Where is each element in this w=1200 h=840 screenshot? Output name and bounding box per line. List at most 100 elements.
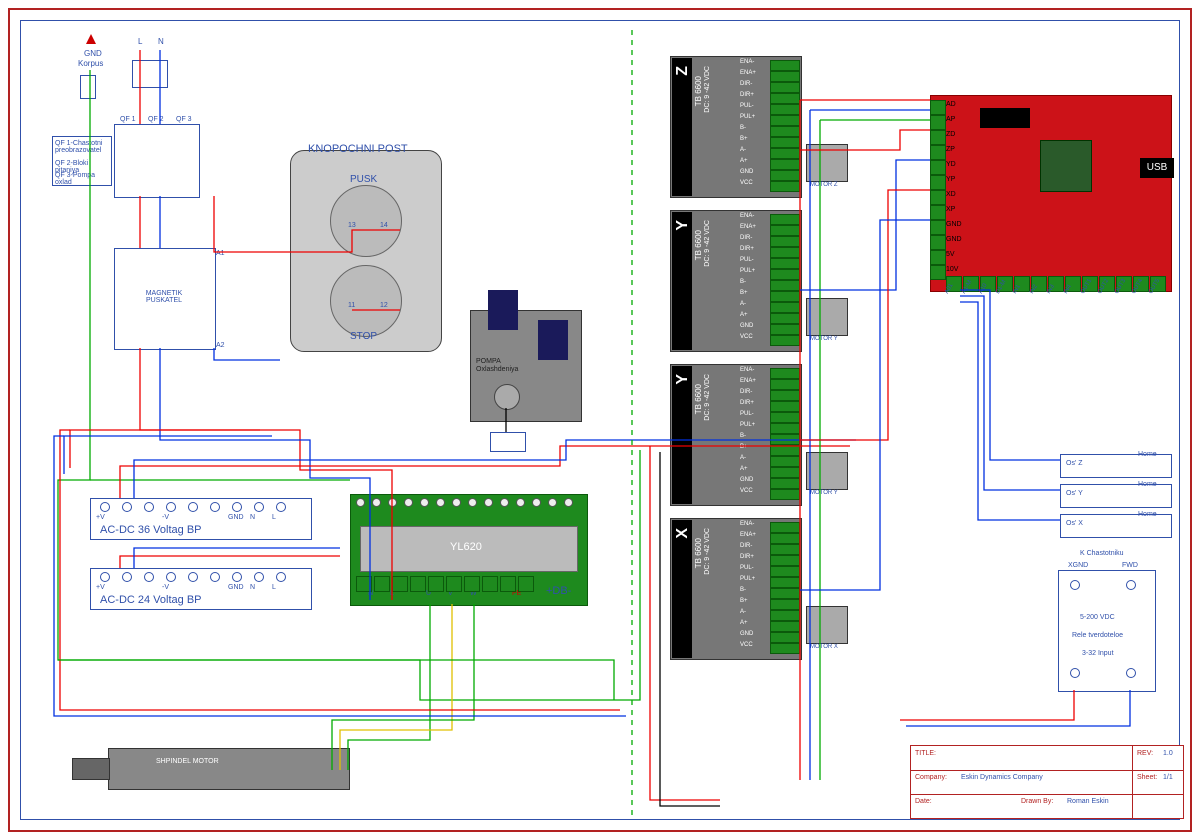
driver-pin-label: GND: [740, 631, 753, 637]
t13: 13: [348, 222, 356, 229]
ssr-fwd: FWD: [1122, 562, 1138, 569]
driver-pin: [770, 126, 800, 137]
qf2: QF 2: [148, 116, 164, 123]
driver-pin: [770, 632, 800, 643]
header-conn: [980, 108, 1030, 128]
gnd-arrow-icon: [86, 34, 96, 44]
driver-pin: [770, 412, 800, 423]
driver-pin: [770, 313, 800, 324]
puskatel-title: MAGNETIK PUSKATEL: [142, 290, 186, 305]
driver-pin-label: DIR-: [740, 389, 752, 395]
driver-axis: Y: [674, 374, 692, 385]
vfd-db: +DB-: [546, 586, 571, 598]
driver-pin: [770, 478, 800, 489]
home-label: Home: [1138, 511, 1157, 518]
vfd-terminal: [516, 498, 525, 507]
driver-pin-label: ENA+: [740, 224, 756, 230]
ctrl-pin: [930, 160, 946, 175]
psu-term-label: +V: [96, 514, 105, 521]
home-axis: Os' Z: [1066, 460, 1083, 467]
driver-pin: [770, 390, 800, 401]
driver-axis: Z: [674, 66, 692, 76]
driver-pin: [770, 148, 800, 159]
tb-rev-lbl: REV:: [1137, 750, 1153, 758]
t14: 14: [380, 222, 388, 229]
motor: [806, 144, 848, 182]
usb-port[interactable]: USB: [1140, 158, 1174, 178]
ctrl-pin-label: GND: [946, 236, 962, 243]
driver-pin: [770, 577, 800, 588]
driver-pin-label: A-: [740, 301, 746, 307]
psu-terminal: [276, 502, 286, 512]
driver-model: TB 6600: [694, 76, 703, 106]
ctrl-pin-label: 5V: [946, 251, 955, 258]
stop-button[interactable]: [330, 265, 402, 337]
psu-terminal: [210, 502, 220, 512]
driver-vdc: DC: 9 -42 VDC: [704, 66, 711, 113]
psu-term-label: L: [272, 584, 276, 591]
ctrl-pin-label: ZP: [946, 146, 955, 153]
driver-pin: [770, 379, 800, 390]
ctrl-pin-label: AD: [946, 101, 956, 108]
t12: 12: [380, 302, 388, 309]
driver-pin-label: B-: [740, 279, 746, 285]
ctrl-pin: [930, 235, 946, 250]
vfd-terminal: [518, 576, 534, 592]
vfd-model: YL620: [450, 542, 482, 554]
driver-pin-label: PUL+: [740, 576, 755, 582]
ctrl-pin-label: YP: [946, 176, 955, 183]
driver-pin: [770, 225, 800, 236]
driver-pin-label: PUL-: [740, 257, 754, 263]
pump-cap2: [538, 320, 568, 360]
psu-terminal: [188, 572, 198, 582]
tb-drawn: Roman Eskin: [1067, 798, 1109, 806]
driver-pin-label: B-: [740, 433, 746, 439]
driver-pin-label: PUL+: [740, 422, 755, 428]
ctrl-pin-label: 10V: [946, 266, 958, 273]
driver-pin-label: GND: [740, 323, 753, 329]
psu-term-label: -V: [162, 514, 169, 521]
gnd-label: GND: [84, 50, 102, 58]
ctrl-pin-label: GND: [946, 221, 962, 228]
ctrl-pin: [930, 100, 946, 115]
stop-label: STOP: [350, 332, 377, 343]
motor-label: MOTOR Y: [810, 336, 838, 342]
driver-vdc: DC: 9 -42 VDC: [704, 220, 711, 267]
vfd-terminal: [532, 498, 541, 507]
ctrl-pin: [930, 130, 946, 145]
pusk-button[interactable]: [330, 185, 402, 257]
driver-axis: X: [674, 528, 692, 539]
driver-pin: [770, 566, 800, 577]
tb-company: Eskin Dynamics Company: [961, 774, 1043, 782]
driver-pin-label: DIR+: [740, 400, 754, 406]
korpus-label: Korpus: [78, 60, 103, 68]
driver-pin: [770, 258, 800, 269]
driver-pin: [770, 82, 800, 93]
vfd-terminal: [482, 576, 498, 592]
driver-pin: [770, 247, 800, 258]
driver-model: TB 6600: [694, 384, 703, 414]
driver-pin-label: PUL+: [740, 268, 755, 274]
psu-terminal: [188, 502, 198, 512]
spindle-shaft: [72, 758, 110, 780]
ssr-term: [1126, 668, 1136, 678]
tb-drawn-lbl: Drawn By:: [1021, 798, 1053, 806]
home-label: Home: [1138, 451, 1157, 458]
psu-term-label: L: [272, 514, 276, 521]
psu-terminal: [276, 572, 286, 582]
vfd-terminal: [356, 498, 365, 507]
driver-pin-label: PUL-: [740, 565, 754, 571]
psu-terminal: [254, 502, 264, 512]
ctrl-pin: [930, 145, 946, 160]
driver-pin: [770, 93, 800, 104]
driver-pin: [770, 181, 800, 192]
driver-pin-label: A-: [740, 147, 746, 153]
vfd-terminal: [468, 498, 477, 507]
driver-model: TB 6600: [694, 538, 703, 568]
driver-pin: [770, 236, 800, 247]
qf-block: [114, 124, 200, 198]
ctrl-pin-label: YD: [946, 161, 956, 168]
qf3: QF 3: [176, 116, 192, 123]
home-label: Home: [1138, 481, 1157, 488]
driver-pin-label: A-: [740, 455, 746, 461]
